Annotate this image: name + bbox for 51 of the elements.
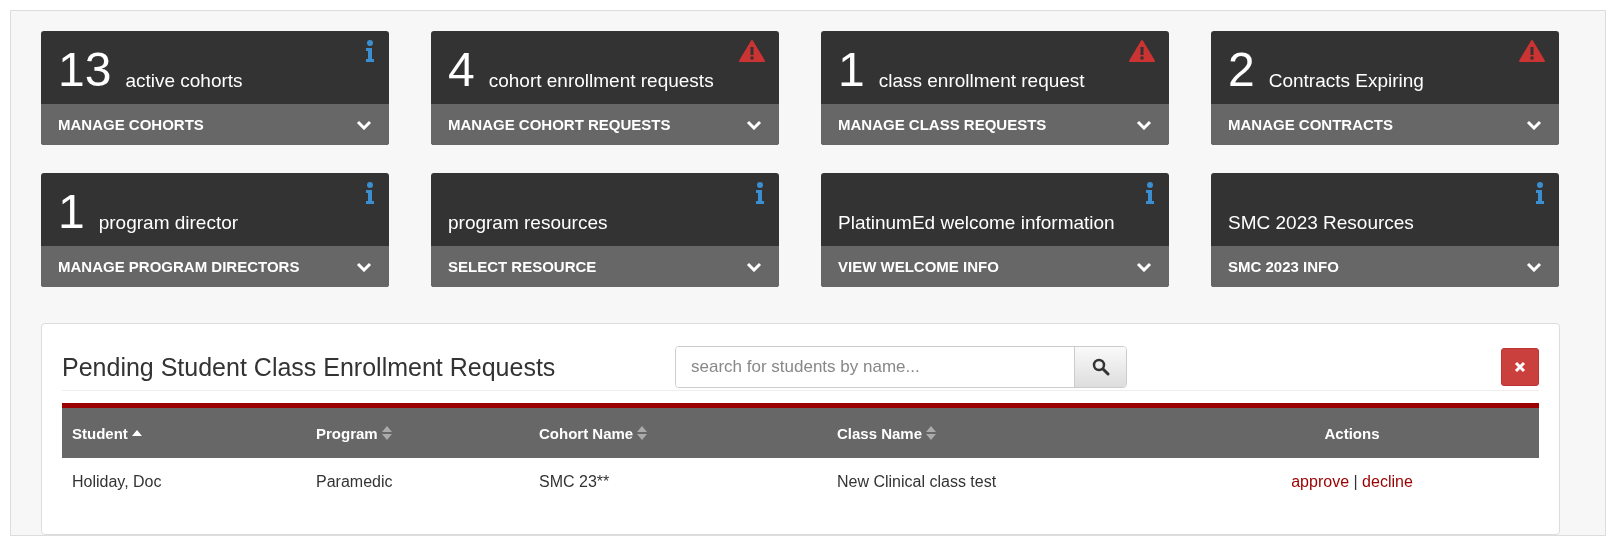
tile-count: 13 bbox=[58, 46, 112, 94]
tile-count: 2 bbox=[1228, 46, 1255, 94]
search-button[interactable] bbox=[1074, 347, 1126, 387]
tile-action-button[interactable]: MANAGE PROGRAM DIRECTORS bbox=[41, 246, 389, 287]
tile-label: active cohorts bbox=[125, 70, 243, 92]
chevron-down-icon bbox=[746, 119, 762, 130]
tile-action-button[interactable]: SELECT RESOURCE bbox=[431, 246, 779, 287]
tile-label: program director bbox=[98, 212, 239, 234]
tile-label: program resources bbox=[448, 212, 608, 234]
sort-icon bbox=[926, 426, 937, 440]
tile-action-button[interactable]: MANAGE CONTRACTS bbox=[1211, 104, 1559, 145]
search-icon bbox=[1091, 358, 1110, 376]
tile-label: class enrollment request bbox=[878, 70, 1085, 92]
close-button[interactable] bbox=[1501, 348, 1539, 386]
tile-action-button[interactable]: MANAGE COHORT REQUESTS bbox=[431, 104, 779, 145]
tile-action-button[interactable]: SMC 2023 INFO bbox=[1211, 246, 1559, 287]
chevron-down-icon bbox=[1526, 261, 1542, 272]
column-header[interactable]: Student bbox=[62, 405, 306, 458]
decline-link[interactable]: decline bbox=[1362, 473, 1413, 490]
chevron-down-icon bbox=[1526, 119, 1542, 130]
tile-count: 1 bbox=[838, 46, 865, 94]
panel-title: Pending Student Class Enrollment Requests bbox=[62, 352, 557, 382]
table-cell: Paramedic bbox=[306, 458, 529, 506]
table-cell: New Clinical class test bbox=[827, 458, 1165, 506]
column-header[interactable]: Class Name bbox=[827, 405, 1165, 458]
sort-icon bbox=[637, 426, 648, 440]
column-header[interactable]: Program bbox=[306, 405, 529, 458]
sort-ascending-icon bbox=[131, 430, 142, 436]
search-field[interactable]: search for students by name... bbox=[675, 346, 1127, 388]
table-cell: Holiday, Doc bbox=[62, 458, 306, 506]
close-icon bbox=[1514, 361, 1526, 373]
tile-action-button[interactable]: MANAGE COHORTS bbox=[41, 104, 389, 145]
approve-link[interactable]: approve bbox=[1291, 473, 1350, 490]
chevron-down-icon bbox=[1136, 119, 1152, 130]
chevron-down-icon bbox=[356, 119, 372, 130]
tile-action-button[interactable]: MANAGE CLASS REQUESTS bbox=[821, 104, 1169, 145]
table-cell: SMC 23** bbox=[529, 458, 827, 506]
tile-label: SMC 2023 Resources bbox=[1228, 212, 1414, 234]
chevron-down-icon bbox=[1136, 261, 1152, 272]
tile-label: cohort enrollment requests bbox=[488, 70, 714, 92]
tile-label: PlatinumEd welcome information bbox=[838, 212, 1115, 234]
chevron-down-icon bbox=[356, 261, 372, 272]
tile-count: 1 bbox=[58, 188, 85, 236]
tile-action-button[interactable]: VIEW WELCOME INFO bbox=[821, 246, 1169, 287]
tile-count: 4 bbox=[448, 46, 475, 94]
separator: | bbox=[1353, 473, 1358, 490]
column-header: Actions bbox=[1165, 405, 1539, 458]
sort-icon bbox=[381, 426, 392, 440]
column-header[interactable]: Cohort Name bbox=[529, 405, 827, 458]
tile-label: Contracts Expiring bbox=[1268, 70, 1424, 92]
chevron-down-icon bbox=[746, 261, 762, 272]
